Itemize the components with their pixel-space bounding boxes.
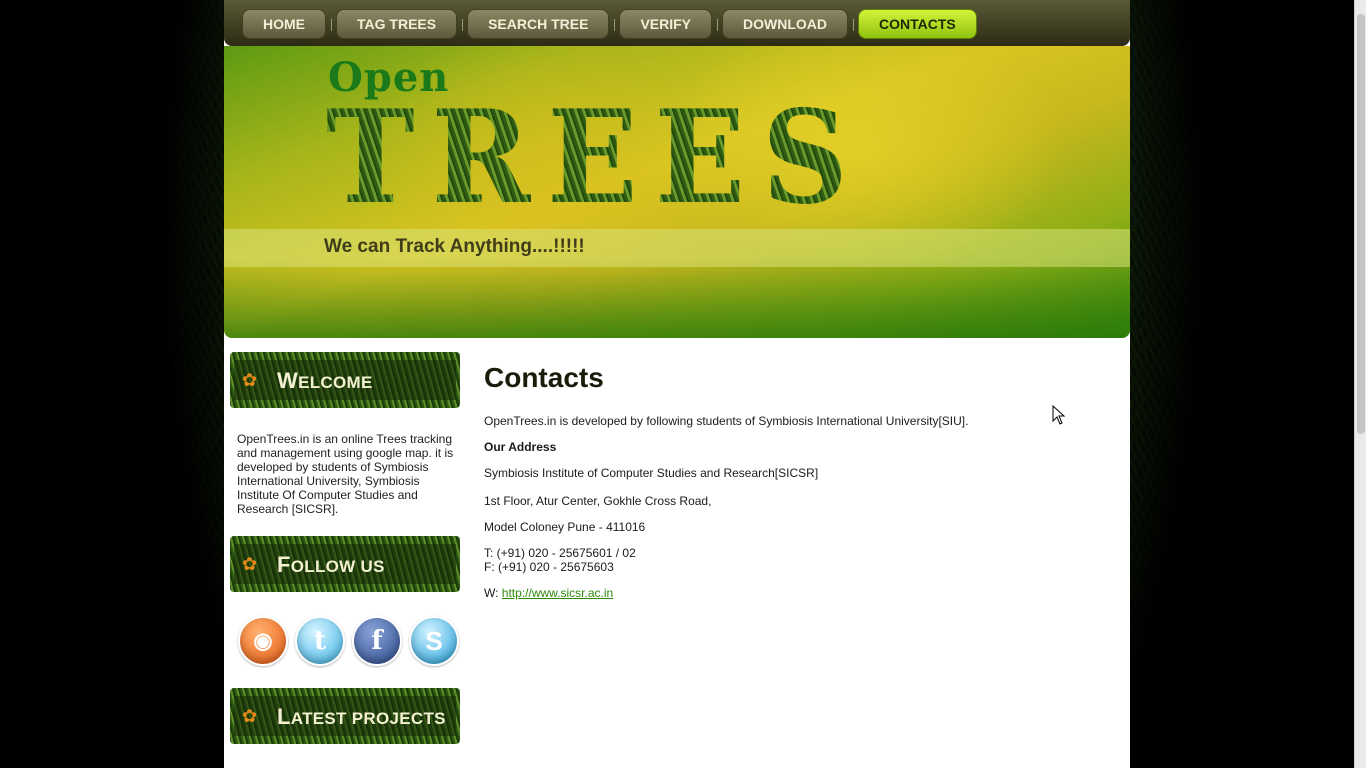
latest-title-cap: L: [277, 704, 291, 729]
nav-verify[interactable]: VERIFY: [619, 9, 718, 39]
twitter-icon[interactable]: t: [295, 616, 345, 666]
butterfly-icon: ✿: [242, 554, 258, 574]
nav-tag-trees[interactable]: TAG TREES: [336, 9, 464, 39]
follow-heading: ✿ FOLLOW US: [230, 536, 460, 592]
welcome-text: OpenTrees.in is an online Trees tracking…: [237, 432, 454, 516]
welcome-heading: ✿ WELCOME: [230, 352, 460, 408]
follow-title-rest: OLLOW US: [290, 557, 385, 576]
sidebar: ✿ WELCOME OpenTrees.in is an online Tree…: [230, 352, 462, 744]
website-prefix: W:: [484, 586, 499, 600]
header-glow: [224, 258, 1130, 338]
social-links: ◉ t f S: [238, 616, 462, 666]
address-line-1: Symbiosis Institute of Computer Studies …: [484, 466, 819, 480]
fax-text: F: (+91) 020 - 25675603: [484, 560, 614, 574]
address-heading-text: Our Address: [484, 440, 557, 454]
site-header: Open TREES We can Track Anything....!!!!…: [224, 46, 1130, 338]
main-nav: HOME TAG TREES SEARCH TREE VERIFY DOWNLO…: [224, 0, 1130, 46]
follow-title-cap: F: [277, 552, 291, 577]
logo-trees-text[interactable]: TREES: [326, 88, 865, 228]
intro-text: OpenTrees.in is developed by following s…: [484, 414, 969, 428]
address-heading: Our Address: [484, 440, 1104, 454]
welcome-title: WELCOME: [277, 368, 373, 394]
address-line-3: Model Coloney Pune - 411016: [484, 520, 646, 534]
phone-text: T: (+91) 020 - 25675601 / 02: [484, 546, 636, 560]
skype-icon[interactable]: S: [409, 616, 459, 666]
nav-home[interactable]: HOME: [242, 9, 332, 39]
tagline-bar: We can Track Anything....!!!!!: [224, 229, 1130, 267]
nav-search-tree[interactable]: SEARCH TREE: [467, 9, 616, 39]
tagline: We can Track Anything....!!!!!: [324, 236, 585, 257]
mouse-cursor-icon: [1052, 405, 1066, 425]
page-title: Contacts: [484, 362, 604, 393]
butterfly-icon: ✿: [242, 370, 258, 390]
welcome-title-rest: ELCOME: [298, 373, 373, 392]
latest-title: LATEST PROJECTS: [277, 704, 446, 730]
latest-projects-heading: ✿ LATEST PROJECTS: [230, 688, 460, 744]
rss-icon[interactable]: ◉: [238, 616, 288, 666]
phone-fax: T: (+91) 020 - 25675601 / 02 F: (+91) 02…: [484, 546, 1104, 574]
page-scrollbar[interactable]: [1354, 0, 1366, 768]
main-content: Contacts OpenTrees.in is developed by fo…: [484, 362, 1104, 612]
nav-download[interactable]: DOWNLOAD: [722, 9, 855, 39]
scrollbar-thumb[interactable]: [1357, 14, 1365, 434]
nav-contacts[interactable]: CONTACTS: [858, 9, 977, 39]
address-line-2: 1st Floor, Atur Center, Gokhle Cross Roa…: [484, 494, 712, 508]
page-container: HOME TAG TREES SEARCH TREE VERIFY DOWNLO…: [224, 0, 1130, 768]
follow-title: FOLLOW US: [277, 552, 385, 578]
latest-title-rest: ATEST PROJECTS: [290, 709, 446, 728]
facebook-icon[interactable]: f: [352, 616, 402, 666]
website-link[interactable]: http://www.sicsr.ac.in: [502, 586, 613, 600]
website-line: W: http://www.sicsr.ac.in: [484, 586, 1104, 600]
butterfly-icon: ✿: [242, 706, 258, 726]
welcome-title-cap: W: [277, 368, 299, 393]
